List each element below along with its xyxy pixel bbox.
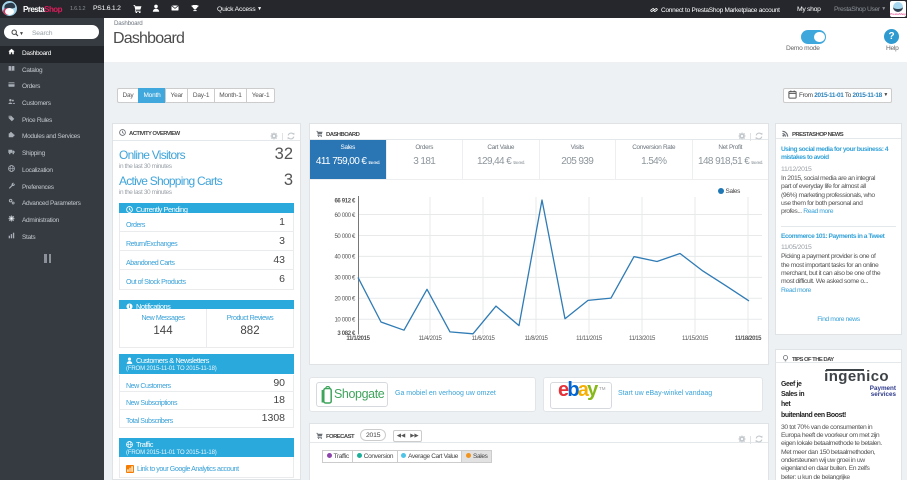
svg-text:11/18/2015: 11/18/2015 xyxy=(735,336,762,342)
svg-text:11/11/2015: 11/11/2015 xyxy=(576,336,603,342)
svg-text:20 000 €: 20 000 € xyxy=(334,297,356,303)
svg-text:11/1/2015: 11/1/2015 xyxy=(346,336,370,342)
svg-text:11/13/2015: 11/13/2015 xyxy=(629,336,656,342)
svg-text:11/6/2015: 11/6/2015 xyxy=(471,336,495,342)
svg-text:11/4/2015: 11/4/2015 xyxy=(418,336,442,342)
svg-text:60 000 €: 60 000 € xyxy=(334,213,356,219)
svg-text:30 000 €: 30 000 € xyxy=(334,276,356,282)
svg-text:66 912 €: 66 912 € xyxy=(334,198,356,204)
svg-text:11/8/2015: 11/8/2015 xyxy=(524,336,548,342)
svg-text:10 000 €: 10 000 € xyxy=(334,318,356,324)
svg-text:40 000 €: 40 000 € xyxy=(334,255,356,261)
svg-text:11/15/2015: 11/15/2015 xyxy=(682,336,709,342)
svg-text:50 000 €: 50 000 € xyxy=(334,234,356,240)
